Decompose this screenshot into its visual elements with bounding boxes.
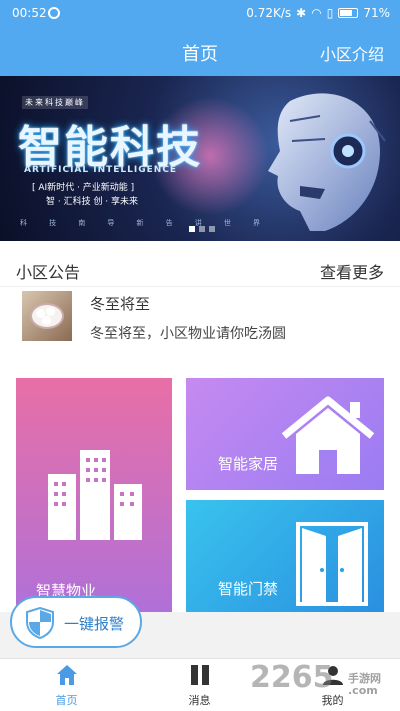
tab-messages-label: 消息 — [188, 694, 211, 707]
banner-word: 科 — [20, 219, 27, 227]
net-speed: 0.72K/s — [246, 6, 292, 20]
sos-alarm-button[interactable]: 一键报警 — [10, 596, 142, 648]
status-time: 00:52 — [12, 6, 47, 20]
carousel-dot[interactable] — [209, 226, 215, 232]
banner-word: 告 — [165, 219, 173, 227]
no-sim-icon: ▯ — [326, 6, 334, 20]
battery-level: 71% — [363, 6, 390, 20]
notice-section-title: 小区公告 — [16, 263, 81, 282]
smart-access-label: 智能门禁 — [218, 580, 279, 598]
status-bar: 00:52 0.72K/s ✱ ◠ ▯ 71% — [0, 0, 400, 26]
tab-messages[interactable]: 消息 — [133, 659, 266, 711]
banner-small-tag: 未来科技巅峰 — [22, 96, 88, 109]
smart-property-tile[interactable]: 智慧物业 — [16, 378, 172, 612]
tab-home-label: 首页 — [55, 694, 78, 707]
app-header: 首页 小区介绍 — [0, 26, 400, 76]
status-right: 0.72K/s ✱ ◠ ▯ 71% — [246, 6, 390, 20]
smart-access-tile[interactable]: 智能门禁 — [186, 500, 384, 612]
door-icon — [296, 522, 368, 606]
house-icon — [281, 396, 375, 474]
banner-slogan-1: [ AI新时代 · 产业新动能 ] — [32, 183, 135, 193]
sos-label: 一键报警 — [64, 615, 125, 633]
community-intro-link[interactable]: 小区介绍 — [320, 41, 384, 65]
banner-word: 界 — [253, 219, 260, 227]
carousel-dot[interactable] — [189, 226, 195, 232]
carousel-indicator — [189, 226, 215, 232]
notice-description: 冬至将至，小区物业请你吃汤圆 — [90, 326, 286, 342]
bluetooth-icon: ✱ — [296, 6, 307, 20]
smart-home-tile[interactable]: 智能家居 — [186, 378, 384, 490]
banner-word: 导 — [107, 219, 115, 227]
banner-word: 南 — [78, 219, 86, 227]
tab-home[interactable]: 首页 — [0, 659, 133, 711]
watermark-domain: .com — [348, 684, 378, 697]
bottom-tab-bar: 首页 消息 我的 — [0, 658, 400, 711]
banner-subtitle: ARTIFICIAL INTELLIGENCE — [24, 165, 178, 175]
notice-header: 小区公告 查看更多 — [0, 241, 400, 287]
robot-head-image — [268, 93, 386, 231]
watermark: 2265 手游网 .com — [250, 660, 381, 697]
watermark-number: 2265 — [250, 660, 334, 695]
message-icon — [191, 665, 209, 685]
carousel-dot[interactable] — [199, 226, 205, 232]
notice-title: 冬至将至 — [90, 295, 151, 313]
notice-list-item[interactable]: 冬至将至 冬至将至，小区物业请你吃汤圆 — [0, 287, 400, 353]
notification-icon — [48, 7, 60, 19]
banner-bottom-words: 科 技 南 导 新 告 讲 世 界 — [20, 218, 260, 228]
home-icon — [57, 665, 77, 685]
smart-home-label: 智能家居 — [218, 455, 279, 473]
tangyuan-image — [22, 291, 72, 341]
view-more-link[interactable]: 查看更多 — [320, 259, 384, 283]
banner-word: 世 — [223, 219, 231, 227]
banner-slogan-2: 智 · 汇科技 创 · 享未来 — [46, 197, 139, 207]
banner-word: 新 — [136, 219, 144, 227]
battery-icon — [338, 8, 359, 18]
buildings-icon — [48, 450, 142, 540]
banner-carousel[interactable]: 未来科技巅峰 智能科技 ARTIFICIAL INTELLIGENCE [ AI… — [0, 76, 400, 241]
wifi-icon: ◠ — [311, 6, 322, 20]
shield-icon — [26, 607, 54, 639]
banner-word: 技 — [49, 219, 57, 227]
